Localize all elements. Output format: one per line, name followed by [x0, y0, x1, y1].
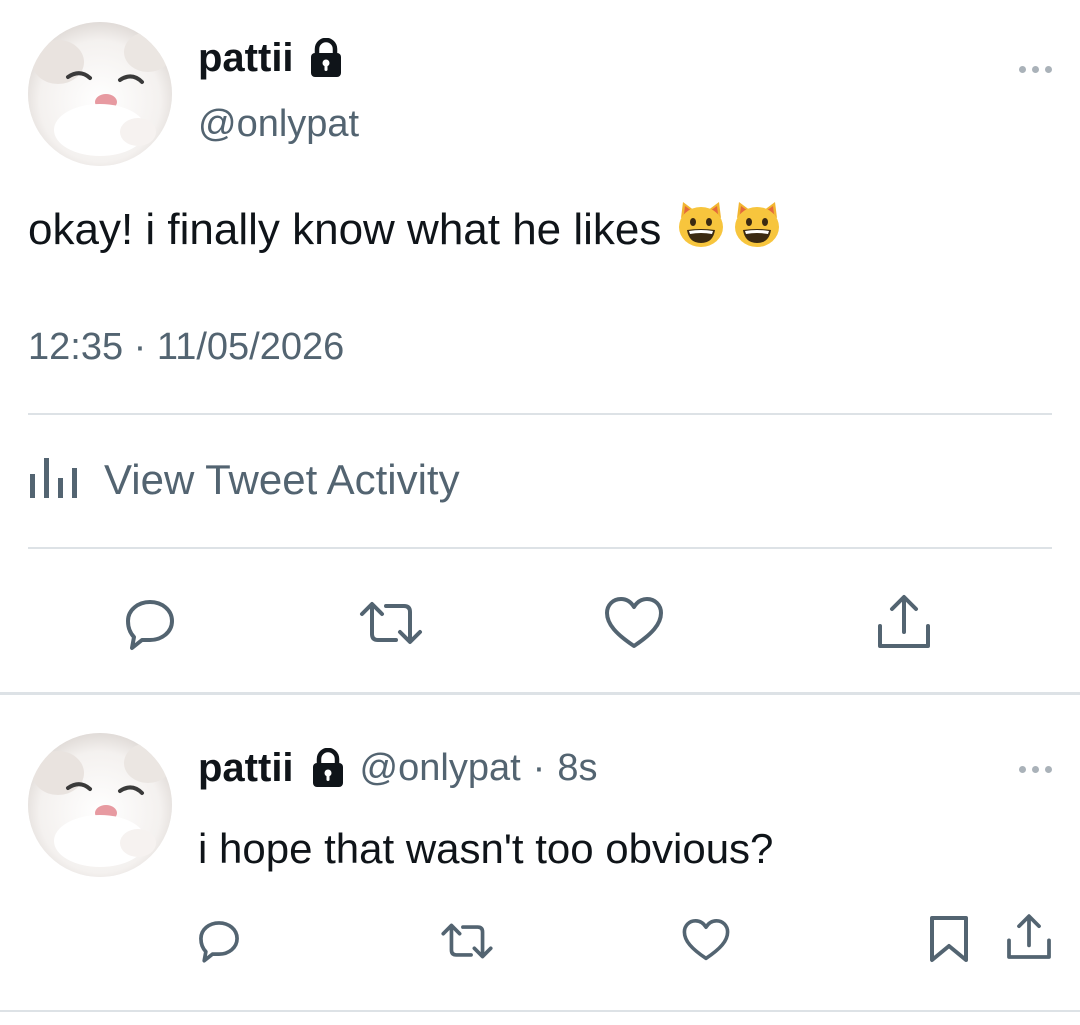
- divider: [28, 413, 1052, 415]
- reply-text: i hope that wasn't too obvious?: [198, 825, 774, 872]
- share-icon[interactable]: [874, 592, 934, 652]
- section-divider: [0, 1010, 1080, 1012]
- tweet-date: 11/05/2026: [156, 326, 345, 368]
- bookmark-icon[interactable]: [928, 914, 970, 964]
- author-handle[interactable]: @onlypat: [198, 105, 359, 143]
- reply-author-row: pattii @onlypat · 8s: [198, 747, 597, 789]
- lock-icon: [310, 747, 346, 788]
- analytics-bars-icon: [28, 456, 80, 503]
- tweet-detail-page: pattii @onlypat okay! i finally know wha…: [0, 0, 1080, 1025]
- more-options-icon[interactable]: [1019, 66, 1052, 73]
- tweet-text: okay! i finally know what he likes: [28, 198, 783, 263]
- retweet-icon[interactable]: [358, 600, 424, 646]
- reply-avatar[interactable]: [28, 733, 172, 877]
- share-icon[interactable]: [1004, 912, 1054, 962]
- retweet-icon[interactable]: [440, 922, 494, 960]
- like-icon[interactable]: [604, 596, 664, 650]
- reply-time-ago[interactable]: 8s: [557, 749, 597, 787]
- reply-icon[interactable]: [122, 596, 178, 652]
- avatar-cat-photo: [28, 733, 172, 877]
- section-divider: [0, 692, 1080, 695]
- grinning-cat-emoji: [731, 198, 783, 263]
- reply-icon[interactable]: [196, 918, 242, 964]
- avatar[interactable]: [28, 22, 172, 166]
- more-options-icon[interactable]: [1019, 766, 1052, 773]
- tweet-timestamp[interactable]: 12:35 · 11/05/2026: [28, 328, 344, 366]
- like-icon[interactable]: [682, 918, 730, 962]
- view-tweet-activity-button[interactable]: View Tweet Activity: [28, 456, 460, 503]
- grinning-cat-emoji: [675, 198, 727, 263]
- tweet-body: okay! i finally know what he likes: [28, 205, 662, 254]
- view-tweet-activity-label: View Tweet Activity: [104, 455, 460, 503]
- tweet-time: 12:35: [28, 326, 124, 368]
- meta-separator: ·: [532, 747, 546, 789]
- divider: [28, 547, 1052, 549]
- avatar-cat-photo: [28, 22, 172, 166]
- lock-icon: [308, 37, 344, 78]
- meta-separator: ·: [133, 326, 147, 368]
- reply-author-display-name[interactable]: pattii: [198, 748, 294, 788]
- reply-author-handle[interactable]: @onlypat: [360, 749, 521, 787]
- author-row: pattii: [198, 37, 344, 78]
- author-display-name[interactable]: pattii: [198, 38, 294, 78]
